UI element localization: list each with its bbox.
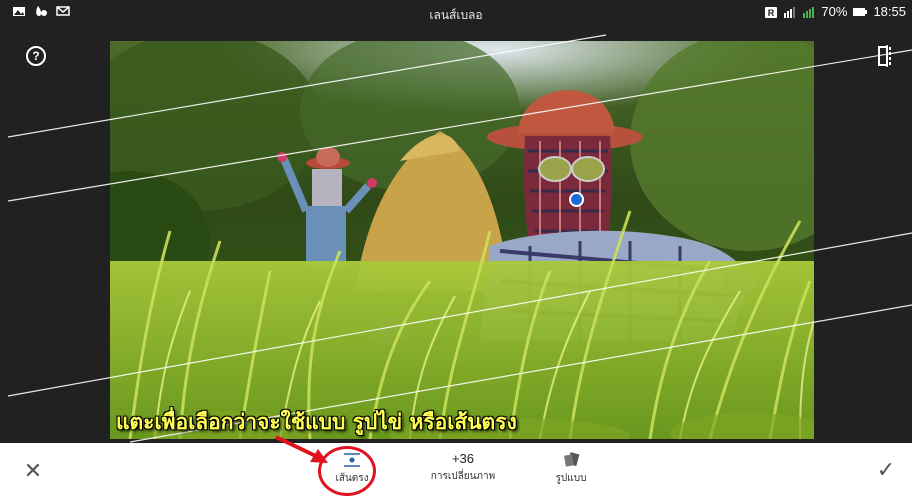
close-icon[interactable]: ✕	[22, 461, 44, 483]
bottom-toolbar: ✕ เส้นตรง +36 การเปลี่ยนภาพ รูปแบบ ✓	[0, 443, 912, 499]
app-screen: R 70% 18:55 ? เลนส์เบลอ แตะเพื่อเลือกว่า…	[0, 0, 912, 499]
highlight-circle	[318, 446, 376, 496]
style-label: รูปแบบ	[555, 473, 587, 484]
instruction-caption: แตะเพื่อเลือกว่าจะใช้แบบ รูปไข่ หรือเส้น…	[116, 409, 517, 434]
transition-value: +36	[451, 451, 475, 466]
help-icon[interactable]: ?	[26, 46, 46, 66]
style-icon	[564, 452, 580, 467]
mode-title: เลนส์เบลอ	[429, 8, 483, 22]
transition-label: การเปลี่ยนภาพ	[430, 471, 496, 482]
photo-canvas[interactable]	[110, 41, 814, 439]
style-button[interactable]: รูปแบบ	[542, 451, 600, 486]
scarecrow-photo	[110, 41, 814, 439]
blur-center-handle[interactable]	[569, 192, 584, 207]
compare-icon[interactable]	[876, 44, 898, 68]
check-icon[interactable]: ✓	[874, 459, 898, 483]
transition-control[interactable]: +36 การเปลี่ยนภาพ	[420, 451, 506, 484]
